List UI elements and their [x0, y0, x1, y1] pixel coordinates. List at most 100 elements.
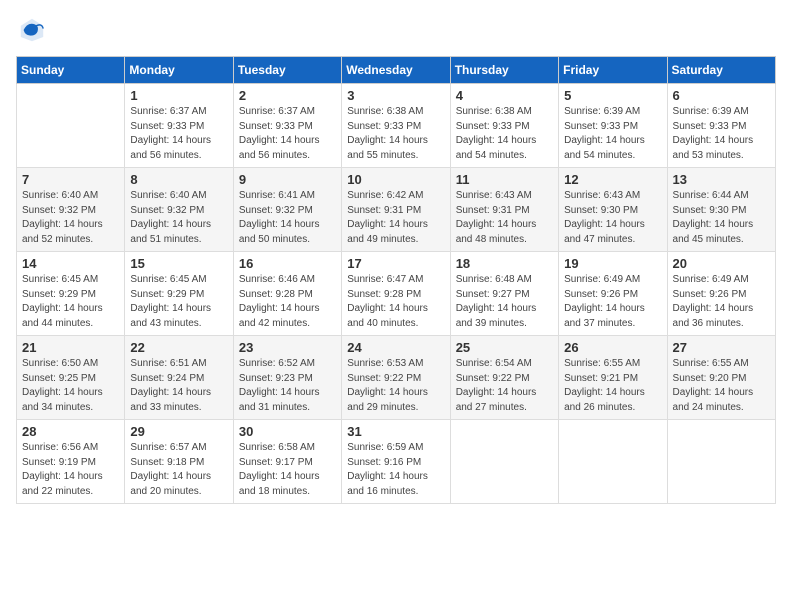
- day-number: 15: [130, 256, 227, 271]
- day-number: 5: [564, 88, 661, 103]
- calendar-cell: 24Sunrise: 6:53 AM Sunset: 9:22 PM Dayli…: [342, 336, 450, 420]
- calendar-cell: 1Sunrise: 6:37 AM Sunset: 9:33 PM Daylig…: [125, 84, 233, 168]
- cell-content: Sunrise: 6:43 AM Sunset: 9:31 PM Dayligh…: [456, 189, 553, 247]
- calendar-cell: 9 Sunrise: 6:41 AM Sunset: 9:32 PM Daylig…: [233, 168, 341, 252]
- day-number: 7: [22, 172, 119, 187]
- calendar-cell: 28 Sunrise: 6:56 AM Sunset: 9:19 PM Dayli…: [17, 420, 125, 504]
- header-wednesday: Wednesday: [342, 57, 450, 84]
- header-friday: Friday: [559, 57, 667, 84]
- calendar-cell: [17, 84, 125, 168]
- calendar-cell: 6Sunrise: 6:39 AM Sunset: 9:33 PM Daylig…: [667, 84, 775, 168]
- header-thursday: Thursday: [450, 57, 558, 84]
- calendar-cell: 12 Sunrise: 6:43 AM Sunset: 9:30 PM Dayli…: [559, 168, 667, 252]
- calendar-cell: 11 Sunrise: 6:43 AM Sunset: 9:31 PM Dayli…: [450, 168, 558, 252]
- day-number: 22: [130, 340, 227, 355]
- day-number: 25: [456, 340, 553, 355]
- cell-content: Sunrise: 6:58 AM Sunset: 9:17 PM Dayligh…: [239, 441, 336, 499]
- day-number: 17: [347, 256, 444, 271]
- cell-content: Sunrise: 6:46 AM Sunset: 9:28 PM Dayligh…: [239, 273, 336, 331]
- header-tuesday: Tuesday: [233, 57, 341, 84]
- calendar-cell: [450, 420, 558, 504]
- calendar-cell: 21 Sunrise: 6:50 AM Sunset: 9:25 PM Dayli…: [17, 336, 125, 420]
- calendar-cell: 22 Sunrise: 6:51 AM Sunset: 9:24 PM Dayli…: [125, 336, 233, 420]
- cell-content: Sunrise: 6:45 AM Sunset: 9:29 PM Dayligh…: [130, 273, 227, 331]
- day-number: 1: [130, 88, 227, 103]
- cell-content: Sunrise: 6:59 AM Sunset: 9:16 PM Dayligh…: [347, 441, 444, 499]
- day-number: 27: [673, 340, 770, 355]
- calendar-cell: 31 Sunrise: 6:59 AM Sunset: 9:16 PM Dayli…: [342, 420, 450, 504]
- cell-content: Sunrise: 6:44 AM Sunset: 9:30 PM Dayligh…: [673, 189, 770, 247]
- cell-content: Sunrise: 6:45 AM Sunset: 9:29 PM Dayligh…: [22, 273, 119, 331]
- cell-content: Sunrise: 6:38 AM Sunset: 9:33 PM Dayligh…: [456, 105, 553, 163]
- day-number: 31: [347, 424, 444, 439]
- calendar-cell: [559, 420, 667, 504]
- calendar-cell: 19 Sunrise: 6:49 AM Sunset: 9:26 PM Dayli…: [559, 252, 667, 336]
- header-sunday: Sunday: [17, 57, 125, 84]
- calendar-week-row: 21 Sunrise: 6:50 AM Sunset: 9:25 PM Dayli…: [17, 336, 776, 420]
- cell-content: Sunrise: 6:56 AM Sunset: 9:19 PM Dayligh…: [22, 441, 119, 499]
- day-number: 30: [239, 424, 336, 439]
- day-number: 9: [239, 172, 336, 187]
- calendar-cell: 10Sunrise: 6:42 AM Sunset: 9:31 PM Dayli…: [342, 168, 450, 252]
- cell-content: Sunrise: 6:50 AM Sunset: 9:25 PM Dayligh…: [22, 357, 119, 415]
- day-number: 14: [22, 256, 119, 271]
- calendar-cell: 5Sunrise: 6:39 AM Sunset: 9:33 PM Daylig…: [559, 84, 667, 168]
- day-number: 3: [347, 88, 444, 103]
- calendar-cell: 15 Sunrise: 6:45 AM Sunset: 9:29 PM Dayli…: [125, 252, 233, 336]
- cell-content: Sunrise: 6:40 AM Sunset: 9:32 PM Dayligh…: [22, 189, 119, 247]
- cell-content: Sunrise: 6:39 AM Sunset: 9:33 PM Dayligh…: [673, 105, 770, 163]
- cell-content: Sunrise: 6:55 AM Sunset: 9:20 PM Dayligh…: [673, 357, 770, 415]
- calendar-cell: 27 Sunrise: 6:55 AM Sunset: 9:20 PM Dayli…: [667, 336, 775, 420]
- day-number: 23: [239, 340, 336, 355]
- calendar-cell: 4 Sunrise: 6:38 AM Sunset: 9:33 PM Daylig…: [450, 84, 558, 168]
- calendar-week-row: 14 Sunrise: 6:45 AM Sunset: 9:29 PM Dayli…: [17, 252, 776, 336]
- cell-content: Sunrise: 6:43 AM Sunset: 9:30 PM Dayligh…: [564, 189, 661, 247]
- calendar-week-row: 1 Sunrise: 6:37 AM Sunset: 9:33 PM Daylig…: [17, 84, 776, 168]
- cell-content: Sunrise: 6:49 AM Sunset: 9:26 PM Dayligh…: [673, 273, 770, 331]
- header-saturday: Saturday: [667, 57, 775, 84]
- cell-content: Sunrise: 6:55 AM Sunset: 9:21 PM Dayligh…: [564, 357, 661, 415]
- cell-content: Sunrise: 6:47 AM Sunset: 9:28 PM Dayligh…: [347, 273, 444, 331]
- day-number: 21: [22, 340, 119, 355]
- day-number: 18: [456, 256, 553, 271]
- calendar-header-row: SundayMondayTuesdayWednesdayThursdayFrid…: [17, 57, 776, 84]
- calendar-cell: 20 Sunrise: 6:49 AM Sunset: 9:26 PM Dayli…: [667, 252, 775, 336]
- calendar-cell: 14 Sunrise: 6:45 AM Sunset: 9:29 PM Dayli…: [17, 252, 125, 336]
- calendar-cell: 16 Sunrise: 6:46 AM Sunset: 9:28 PM Dayli…: [233, 252, 341, 336]
- day-number: 16: [239, 256, 336, 271]
- calendar-cell: 25Sunrise: 6:54 AM Sunset: 9:22 PM Dayli…: [450, 336, 558, 420]
- cell-content: Sunrise: 6:49 AM Sunset: 9:26 PM Dayligh…: [564, 273, 661, 331]
- calendar-cell: 30 Sunrise: 6:58 AM Sunset: 9:17 PM Dayli…: [233, 420, 341, 504]
- cell-content: Sunrise: 6:48 AM Sunset: 9:27 PM Dayligh…: [456, 273, 553, 331]
- logo-icon: [18, 16, 46, 44]
- calendar-cell: 3 Sunrise: 6:38 AM Sunset: 9:33 PM Daylig…: [342, 84, 450, 168]
- day-number: 11: [456, 172, 553, 187]
- cell-content: Sunrise: 6:40 AM Sunset: 9:32 PM Dayligh…: [130, 189, 227, 247]
- day-number: 4: [456, 88, 553, 103]
- calendar-cell: 13 Sunrise: 6:44 AM Sunset: 9:30 PM Dayli…: [667, 168, 775, 252]
- cell-content: Sunrise: 6:57 AM Sunset: 9:18 PM Dayligh…: [130, 441, 227, 499]
- cell-content: Sunrise: 6:37 AM Sunset: 9:33 PM Dayligh…: [239, 105, 336, 163]
- day-number: 2: [239, 88, 336, 103]
- day-number: 29: [130, 424, 227, 439]
- logo: [16, 16, 46, 44]
- day-number: 24: [347, 340, 444, 355]
- day-number: 12: [564, 172, 661, 187]
- calendar-week-row: 28 Sunrise: 6:56 AM Sunset: 9:19 PM Dayli…: [17, 420, 776, 504]
- cell-content: Sunrise: 6:41 AM Sunset: 9:32 PM Dayligh…: [239, 189, 336, 247]
- page-header: [16, 16, 776, 44]
- calendar-cell: 7 Sunrise: 6:40 AM Sunset: 9:32 PM Daylig…: [17, 168, 125, 252]
- calendar-cell: 2 Sunrise: 6:37 AM Sunset: 9:33 PM Daylig…: [233, 84, 341, 168]
- cell-content: Sunrise: 6:52 AM Sunset: 9:23 PM Dayligh…: [239, 357, 336, 415]
- cell-content: Sunrise: 6:51 AM Sunset: 9:24 PM Dayligh…: [130, 357, 227, 415]
- day-number: 19: [564, 256, 661, 271]
- calendar-cell: 23 Sunrise: 6:52 AM Sunset: 9:23 PM Dayli…: [233, 336, 341, 420]
- day-number: 13: [673, 172, 770, 187]
- day-number: 20: [673, 256, 770, 271]
- calendar-cell: 8Sunrise: 6:40 AM Sunset: 9:32 PM Daylig…: [125, 168, 233, 252]
- day-number: 28: [22, 424, 119, 439]
- cell-content: Sunrise: 6:42 AM Sunset: 9:31 PM Dayligh…: [347, 189, 444, 247]
- cell-content: Sunrise: 6:38 AM Sunset: 9:33 PM Dayligh…: [347, 105, 444, 163]
- calendar-cell: 18 Sunrise: 6:48 AM Sunset: 9:27 PM Dayli…: [450, 252, 558, 336]
- calendar-cell: 17 Sunrise: 6:47 AM Sunset: 9:28 PM Dayli…: [342, 252, 450, 336]
